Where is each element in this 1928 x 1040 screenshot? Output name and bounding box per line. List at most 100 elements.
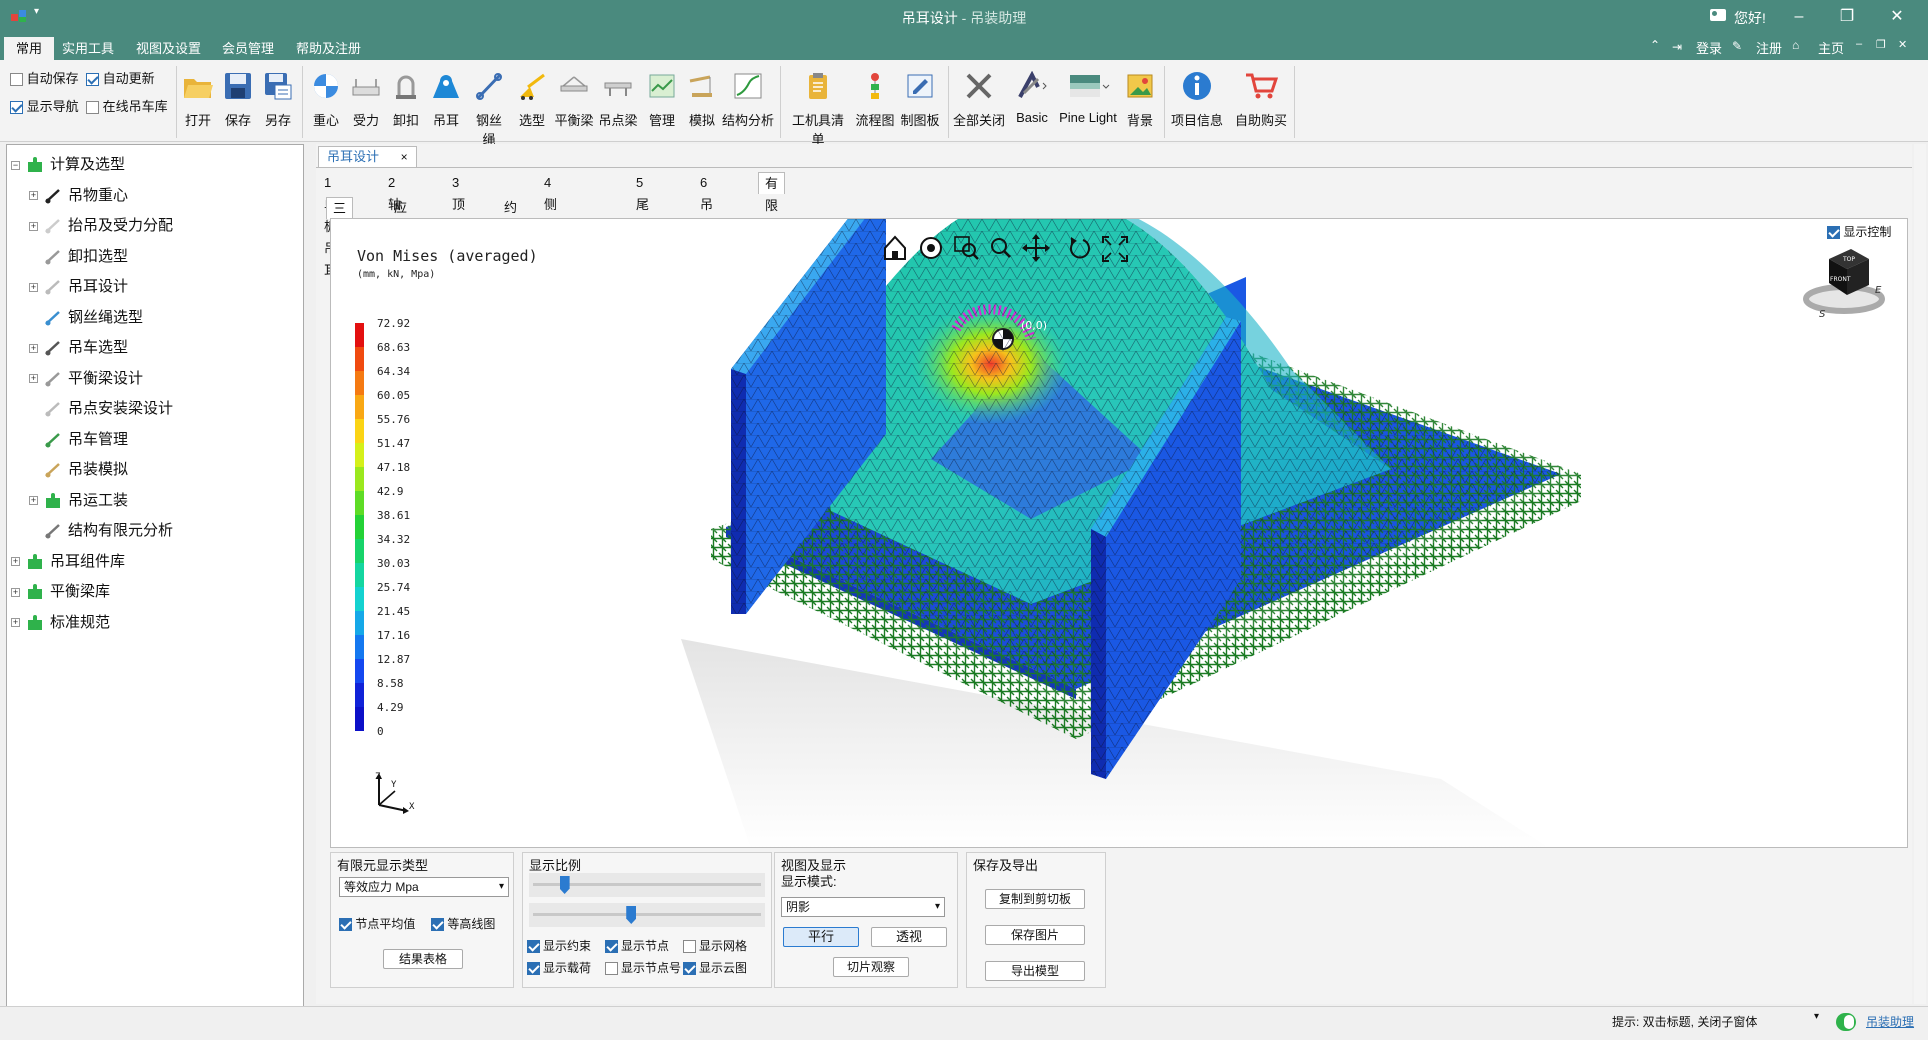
project-info-button[interactable]: 项目信息	[1170, 68, 1224, 138]
mdi-restore-button[interactable]: ❐	[1876, 38, 1886, 51]
open-button[interactable]: 打开	[180, 68, 216, 138]
show-contour-option[interactable]: 显示云图	[683, 959, 747, 976]
tree-item[interactable]: + 抬吊及受力分配	[29, 214, 173, 238]
show-loads-checkbox[interactable]	[527, 962, 540, 976]
option-autosave[interactable]: 自动保存	[10, 70, 79, 88]
close-window-button[interactable]: ✕	[1882, 5, 1912, 29]
manage-button[interactable]: 管理	[644, 68, 680, 138]
show-node-numbers-checkbox[interactable]	[605, 962, 618, 976]
contour-checkbox[interactable]	[431, 918, 444, 932]
analysis-subtab[interactable]: 4侧壁板式吊耳	[538, 172, 563, 322]
background-button[interactable]: 背景	[1120, 68, 1160, 138]
simulate-button[interactable]: 模拟	[684, 68, 720, 138]
tree-item[interactable]: + 吊耳设计	[29, 275, 128, 299]
show-constraints-option[interactable]: 显示约束	[527, 937, 591, 954]
pine-light-theme-button[interactable]: Pine Light	[1058, 68, 1118, 138]
tree-item[interactable]: + 吊车选型	[29, 336, 128, 360]
force-button[interactable]: 受力	[348, 68, 384, 138]
spreader-beam-button[interactable]: 平衡梁	[554, 68, 594, 138]
scale-slider-2[interactable]	[529, 903, 765, 927]
mdi-close-button[interactable]: ✕	[1898, 38, 1907, 51]
result-table-button[interactable]: 结果表格	[383, 949, 463, 969]
crane-select-button[interactable]: 选型	[514, 68, 550, 138]
scale-slider-1[interactable]	[529, 873, 765, 897]
tree-item[interactable]: +吊车管理	[29, 428, 128, 452]
scale-slider-1-thumb[interactable]	[559, 876, 570, 894]
option-autoupdate[interactable]: 自动更新	[86, 70, 155, 88]
copy-to-clipboard-button[interactable]: 复制到剪切板	[985, 889, 1085, 909]
menu-tab-member[interactable]: 会员管理	[210, 37, 286, 60]
expand-icon[interactable]: +	[29, 221, 38, 231]
tree-item[interactable]: +吊点安装梁设计	[29, 397, 173, 421]
save-image-button[interactable]: 保存图片	[985, 925, 1085, 945]
expand-icon[interactable]: +	[29, 496, 38, 506]
zoom-window-icon[interactable]	[954, 236, 979, 260]
slice-view-button[interactable]: 切片观察	[833, 957, 909, 977]
menu-tab-common[interactable]: 常用	[4, 37, 55, 60]
tree-item[interactable]: + 吊运工装	[29, 489, 128, 513]
option-onlinecrane[interactable]: 在线吊车库	[86, 98, 168, 116]
flowchart-button[interactable]: 流程图	[854, 68, 896, 138]
analysis-subtab[interactable]: 2轴式吊耳	[382, 172, 407, 278]
autoupdate-checkbox[interactable]	[86, 73, 99, 87]
status-dropdown-icon[interactable]: ▾	[1814, 1011, 1819, 1022]
tool-list-button[interactable]: 工机具清单	[786, 68, 850, 147]
tree-item[interactable]: +卸扣选型	[29, 245, 128, 269]
home-link[interactable]: 主页	[1818, 38, 1844, 57]
tree-group-item[interactable]: + 标准规范	[11, 611, 110, 635]
show-mesh-option[interactable]: 显示网格	[683, 937, 747, 954]
show-nodes-checkbox[interactable]	[605, 940, 618, 954]
show-contour-checkbox[interactable]	[683, 962, 696, 976]
home-view-icon[interactable]	[884, 235, 906, 260]
shackle-button[interactable]: 卸扣	[388, 68, 424, 138]
analysis-subtab[interactable]: 6吊盖设计	[694, 172, 719, 278]
tree-item[interactable]: + 吊物重心	[29, 184, 128, 208]
status-brand-link[interactable]: 吊装助理	[1866, 1013, 1914, 1030]
tree-item[interactable]: +吊装模拟	[29, 458, 128, 482]
lifting-point-beam-button[interactable]: 吊点梁	[598, 68, 638, 138]
wire-rope-button[interactable]: 钢丝绳	[470, 68, 508, 147]
analysis-subtab[interactable]: 5尾部吊耳	[630, 172, 655, 278]
show-loads-option[interactable]: 显示载荷	[527, 959, 591, 976]
parallel-projection-button[interactable]: 平行	[783, 927, 859, 947]
expand-icon[interactable]: +	[29, 343, 38, 353]
fit-all-icon[interactable]	[1102, 236, 1128, 262]
view-tab[interactable]: 约束点反力	[498, 197, 523, 303]
analysis-subtab[interactable]: 有限元分析结果显示	[758, 172, 786, 367]
perspective-projection-button[interactable]: 透视	[871, 927, 947, 947]
collapse-ribbon-icon[interactable]: ⌃	[1650, 38, 1660, 52]
tree-group-item[interactable]: − 计算及选型	[11, 153, 125, 177]
center-of-gravity-button[interactable]: 重心	[308, 68, 344, 138]
tree-item[interactable]: + 平衡梁设计	[29, 367, 143, 391]
option-shownav[interactable]: 显示导航	[10, 98, 79, 116]
view-tab[interactable]: 应力分布范围统计	[388, 197, 413, 369]
self-purchase-button[interactable]: 自助购买	[1234, 68, 1288, 138]
expand-icon[interactable]: +	[11, 557, 20, 567]
display-control-checkbox[interactable]	[1827, 226, 1840, 240]
display-mode-select[interactable]: 阴影 ▾	[781, 897, 945, 917]
scale-slider-2-thumb[interactable]	[626, 906, 637, 924]
right-edge-scrollbar[interactable]	[1914, 144, 1926, 1004]
view-tab[interactable]: 三维视图	[326, 197, 354, 282]
rotate-icon[interactable]	[1070, 237, 1090, 259]
drawing-board-button[interactable]: 制图板	[898, 68, 942, 138]
basic-theme-button[interactable]: Basic	[1010, 68, 1054, 138]
save-as-button[interactable]: 另存	[260, 68, 296, 138]
menu-tab-view[interactable]: 视图及设置	[124, 37, 213, 60]
shownav-checkbox[interactable]	[10, 101, 23, 115]
export-model-button[interactable]: 导出模型	[985, 961, 1085, 981]
tree-item[interactable]: +结构有限元分析	[29, 519, 173, 543]
view-cube[interactable]: TOP FRONT E S	[1799, 241, 1889, 321]
expand-icon[interactable]: +	[29, 282, 38, 292]
status-toggle-icon[interactable]	[1836, 1013, 1856, 1031]
zoom-icon[interactable]	[991, 238, 1011, 258]
login-link[interactable]: 登录	[1696, 38, 1722, 57]
close-all-button[interactable]: 全部关闭	[952, 68, 1006, 138]
lug-button[interactable]: 吊耳	[428, 68, 464, 138]
expand-icon[interactable]: +	[29, 191, 38, 201]
fe-model-render[interactable]: (0,0)	[331, 219, 1908, 848]
autosave-checkbox[interactable]	[10, 73, 23, 87]
node-average-checkbox[interactable]	[339, 918, 352, 932]
onlinecrane-checkbox[interactable]	[86, 101, 99, 115]
menu-tab-tools[interactable]: 实用工具	[50, 37, 126, 60]
